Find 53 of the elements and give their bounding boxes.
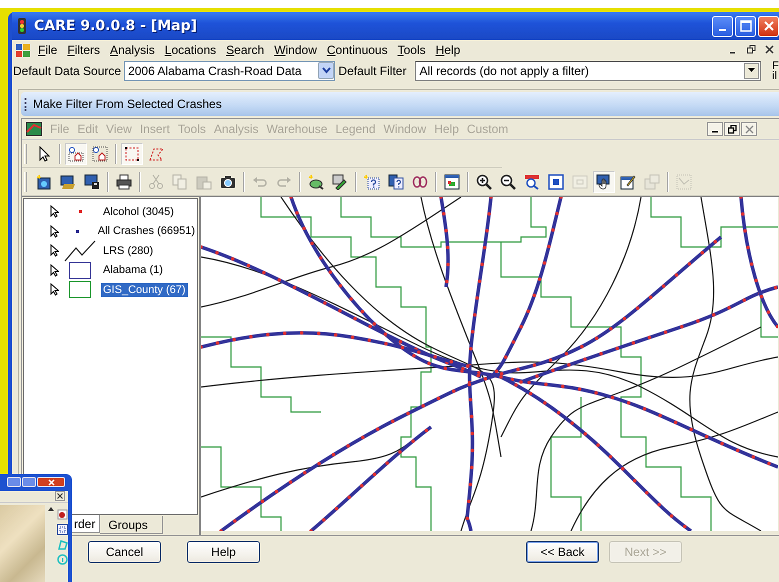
pan-icon[interactable]	[593, 170, 615, 192]
default-filter-dropdown[interactable]: All records (do not apply a filter)	[415, 60, 762, 80]
close-icon[interactable]	[55, 491, 65, 501]
restore-icon[interactable]	[745, 42, 757, 56]
grip-icon	[24, 97, 27, 111]
panel-title: Make Filter From Selected Crashes	[33, 97, 222, 111]
close-icon	[48, 478, 54, 486]
menu-item[interactable]: Filters	[62, 42, 106, 56]
window-title: CARE 9.0.0.8 - [Map]	[34, 18, 198, 34]
menu-item[interactable]: Continuous	[322, 42, 393, 56]
extent-icon[interactable]	[57, 524, 68, 535]
tab[interactable]: Groups	[100, 516, 163, 534]
tab[interactable]: rder	[72, 515, 100, 533]
menu-item[interactable]: Help	[430, 42, 466, 56]
filter-label: Fil	[772, 60, 779, 80]
window-icon	[15, 42, 31, 58]
close-icon[interactable]	[763, 42, 775, 56]
pointer-icon[interactable]	[50, 244, 59, 258]
pointer-icon[interactable]	[50, 283, 59, 296]
menu-item[interactable]: Tools	[392, 42, 431, 56]
dialog-button[interactable]: Cancel	[88, 541, 161, 563]
dialog-button[interactable]: Help	[187, 541, 260, 563]
layer-name[interactable]: Alabama (1)	[101, 263, 165, 278]
minimize-icon[interactable]	[707, 122, 723, 136]
traffic-light-icon	[18, 18, 26, 34]
menu-item[interactable]: File	[33, 42, 62, 56]
pointer-icon[interactable]	[50, 264, 59, 277]
dialog-button[interactable]: << Back	[526, 541, 599, 563]
scroll-up-icon[interactable]	[47, 505, 55, 513]
default-filter-label: Default Filter	[338, 64, 406, 78]
rectangle-select-icon[interactable]	[121, 142, 143, 164]
select-features-icon[interactable]	[65, 142, 87, 164]
layer-name[interactable]: LRS (280)	[101, 244, 156, 258]
minimize-icon	[719, 29, 726, 31]
restore-icon[interactable]	[724, 122, 740, 136]
close-button[interactable]	[37, 477, 65, 487]
maximize-button[interactable]	[22, 477, 36, 487]
menu-item[interactable]: Analysis	[105, 42, 160, 56]
layer-name[interactable]: GIS_County (67)	[101, 282, 188, 297]
menu-item[interactable]: Locations	[160, 42, 222, 56]
close-icon	[762, 20, 774, 32]
layer-name[interactable]: All Crashes (66951)	[96, 224, 197, 238]
data-source-dropdown[interactable]: 2006 Alabama Crash-Road Data	[124, 60, 336, 80]
menu-item[interactable]: Window	[269, 42, 322, 56]
data-source-label: Default Data Source	[13, 64, 122, 78]
maximize-icon	[740, 20, 752, 32]
dropdown-arrow-icon	[748, 68, 756, 73]
layer-name[interactable]: Alcohol (3045)	[101, 204, 176, 219]
map-window-icon	[26, 122, 42, 136]
pointer-icon[interactable]	[50, 224, 59, 238]
minimize-button[interactable]	[7, 477, 21, 487]
pointer-icon[interactable]	[50, 205, 59, 218]
menu-item[interactable]: Search	[221, 42, 270, 56]
